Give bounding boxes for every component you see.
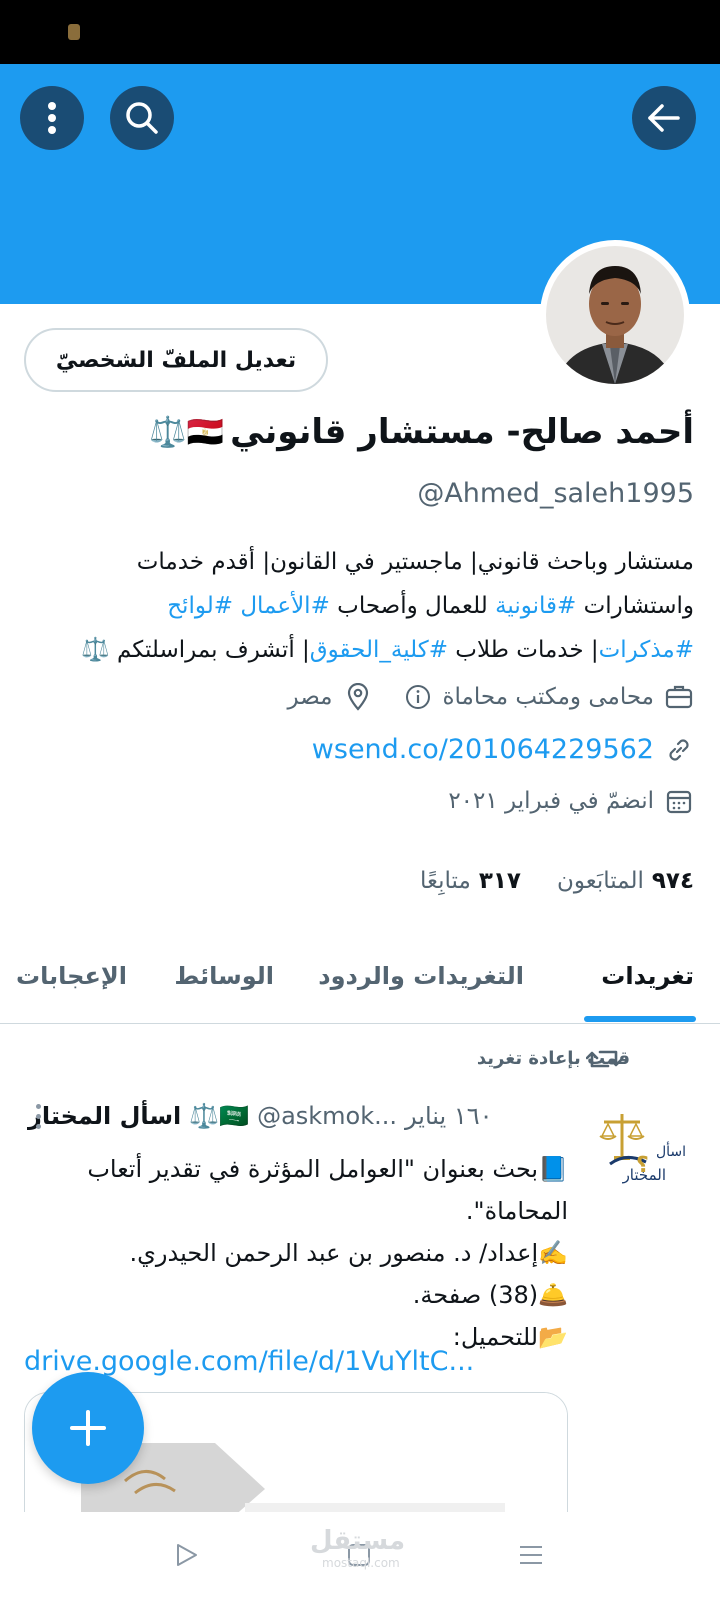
more-vertical-icon — [48, 102, 56, 134]
profile-name-emojis: 🇪🇬⚖️ — [149, 414, 225, 450]
back-button[interactable] — [632, 86, 696, 150]
more-options-button[interactable] — [20, 86, 84, 150]
tweet-author-emojis: 🇸🇦⚖️ — [189, 1102, 250, 1130]
hashtag-link[interactable]: #قانونية — [495, 593, 576, 619]
hashtag-link[interactable]: #مذكرات — [599, 637, 694, 663]
profile-avatar[interactable] — [540, 240, 690, 390]
nav-back-icon[interactable] — [174, 1542, 200, 1568]
calendar-icon — [664, 786, 694, 816]
profile-name-text: أحمد صالح- مستشار قانوني — [230, 412, 694, 452]
tweet-line: 🛎️(38) صفحة. — [412, 1281, 568, 1309]
tweet-text: 📘بحث بعنوان "العوامل المؤثرة في تقدير أت… — [48, 1148, 568, 1358]
profile-website-link[interactable]: wsend.co/201064229562 — [312, 734, 654, 765]
plus-icon — [70, 1410, 106, 1446]
svg-text:اسأل: اسأل — [656, 1141, 686, 1160]
tweet-author-handle[interactable]: @askmok... — [257, 1102, 397, 1130]
hashtag-link[interactable]: #لوائح — [167, 593, 233, 619]
status-bar — [0, 0, 720, 64]
avatar-photo — [546, 246, 684, 384]
tweet-line: المحاماة". — [465, 1197, 568, 1225]
tweet-more-icon[interactable] — [36, 1104, 41, 1129]
profile-bio: مستشار وباحث قانوني| ماجستير في القانون|… — [14, 540, 694, 672]
tweet-author-avatar[interactable]: اسأل المختار ؟ — [596, 1100, 692, 1210]
watermark-url: mostaql.com — [322, 1556, 400, 1570]
bio-line-3: #مذكرات| خدمات طلاب #كلية_الحقوق| أتشرف … — [14, 628, 694, 672]
tab-tweets-and-replies[interactable]: التغريدات والردود — [318, 962, 524, 990]
bio-line-1: مستشار وباحث قانوني| ماجستير في القانون|… — [136, 549, 694, 575]
search-icon — [126, 102, 158, 134]
link-icon — [664, 735, 694, 765]
followers-count: ٩٧٤ — [651, 868, 694, 894]
profile-joined-date: انضمّ في فبراير ٢٠٢١ — [448, 788, 654, 814]
followers-label: المتابَعون — [556, 868, 644, 894]
bio-text: | أتشرف بمراسلتكم ⚖️ — [81, 637, 310, 663]
profile-tabs: تغريدات التغريدات والردود الوسائط الإعجا… — [0, 944, 720, 1024]
profile-meta-category-location: محامى ومكتب محاماة مصر — [288, 682, 694, 712]
watermark-logo: مستقل — [310, 1526, 406, 1556]
svg-text:؟: ؟ — [636, 1153, 649, 1178]
scales-logo-icon: اسأل المختار ؟ — [596, 1100, 692, 1210]
bio-text: | خدمات طلاب — [448, 637, 599, 663]
tweet-line: ✍️إعداد/ د. منصور بن عبد الرحمن الحيدري. — [129, 1239, 568, 1267]
tweet-header: اسأل المختار 🇸🇦⚖️ @askmok... ١٦٠ يناير — [28, 1102, 568, 1130]
search-button[interactable] — [110, 86, 174, 150]
tab-media[interactable]: الوسائط — [174, 962, 274, 990]
following-label: متابِعًا — [420, 868, 471, 894]
info-icon[interactable] — [403, 682, 433, 712]
status-notification-icon — [68, 24, 80, 40]
location-pin-icon — [343, 682, 373, 712]
profile-name: أحمد صالح- مستشار قانوني 🇪🇬⚖️ — [14, 412, 694, 452]
bio-text: للعمال وأصحاب — [329, 593, 496, 619]
active-tab-indicator — [584, 1016, 696, 1022]
arrow-back-icon — [648, 104, 680, 132]
tab-likes[interactable]: الإعجابات — [16, 962, 127, 990]
briefcase-icon — [664, 682, 694, 712]
bio-text: واستشارات — [576, 593, 694, 619]
tweet-author-name[interactable]: اسأل المختار — [28, 1102, 181, 1130]
tweet-time[interactable]: ١٦٠ يناير — [405, 1102, 492, 1130]
tab-tweets[interactable]: تغريدات — [601, 962, 694, 990]
retweet-label: قمت بإعادة تغريد — [476, 1048, 630, 1069]
profile-counts: ٩٧٤ المتابَعون ٣١٧ متابِعًا — [420, 868, 694, 894]
hashtag-link[interactable]: #كلية_الحقوق — [310, 637, 448, 663]
profile-meta-link: wsend.co/201064229562 — [312, 734, 694, 765]
profile-category: محامى ومكتب محاماة — [442, 684, 655, 710]
followers-count-link[interactable]: ٩٧٤ المتابَعون — [557, 868, 694, 894]
following-count-link[interactable]: ٣١٧ متابِعًا — [420, 868, 521, 894]
hashtag-link[interactable]: #الأعمال — [240, 593, 330, 619]
nav-recents-icon[interactable] — [518, 1542, 544, 1568]
tweet-line: 📘بحث بعنوان "العوامل المؤثرة في تقدير أت… — [87, 1155, 568, 1183]
profile-location: مصر — [287, 684, 333, 710]
compose-tweet-button[interactable] — [32, 1372, 144, 1484]
profile-handle: @Ahmed_saleh1995 — [417, 478, 694, 509]
bio-line-2: واستشارات #قانونية للعمال وأصحاب #الأعما… — [14, 584, 694, 628]
following-count: ٣١٧ — [478, 868, 521, 894]
profile-meta-joined: انضمّ في فبراير ٢٠٢١ — [448, 786, 694, 816]
edit-profile-button[interactable]: تعديل الملفّ الشخصيّ — [24, 328, 328, 392]
